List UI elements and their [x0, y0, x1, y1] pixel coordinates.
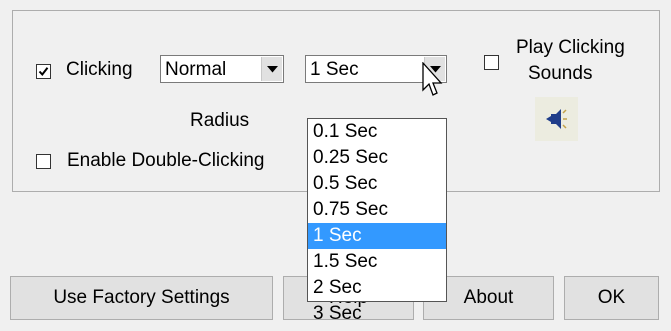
- delay-option[interactable]: 3 Sec: [308, 301, 446, 327]
- ok-button[interactable]: OK: [564, 276, 659, 320]
- clicking-checkbox[interactable]: [36, 64, 51, 79]
- double-click-checkbox[interactable]: [36, 154, 51, 169]
- chevron-down-icon: [267, 66, 278, 73]
- play-sounds-checkbox[interactable]: [484, 55, 499, 70]
- delay-option[interactable]: 2 Sec: [308, 275, 446, 301]
- use-factory-settings-button[interactable]: Use Factory Settings: [10, 276, 273, 320]
- play-sounds-label-line1: Play Clicking: [516, 37, 625, 58]
- delay-option[interactable]: 1 Sec: [308, 223, 446, 249]
- mouse-pointer-icon: [422, 62, 443, 96]
- clicking-label: Clicking: [66, 59, 133, 80]
- delay-option[interactable]: 0.5 Sec: [308, 171, 446, 197]
- checkmark-icon: [38, 67, 49, 77]
- radius-label: Radius: [190, 110, 250, 131]
- delay-value: 1 Sec: [310, 59, 359, 80]
- click-type-dropdown-button[interactable]: [261, 57, 282, 81]
- click-type-value: Normal: [165, 59, 227, 80]
- delay-option[interactable]: 1.5 Sec: [308, 249, 446, 275]
- play-sounds-label-line2: Sounds: [528, 63, 593, 84]
- speaker-icon: [546, 109, 567, 129]
- delay-option[interactable]: 0.1 Sec: [308, 119, 446, 145]
- test-sound-button[interactable]: [535, 97, 578, 141]
- delay-option[interactable]: 0.25 Sec: [308, 145, 446, 171]
- delay-option[interactable]: 0.75 Sec: [308, 197, 446, 223]
- click-type-combobox[interactable]: Normal: [160, 55, 284, 83]
- double-click-label: Enable Double-Clicking: [67, 150, 265, 171]
- delay-dropdown-list[interactable]: 0.1 Sec 0.25 Sec 0.5 Sec 0.75 Sec 1 Sec 1.5 S…: [307, 118, 447, 324]
